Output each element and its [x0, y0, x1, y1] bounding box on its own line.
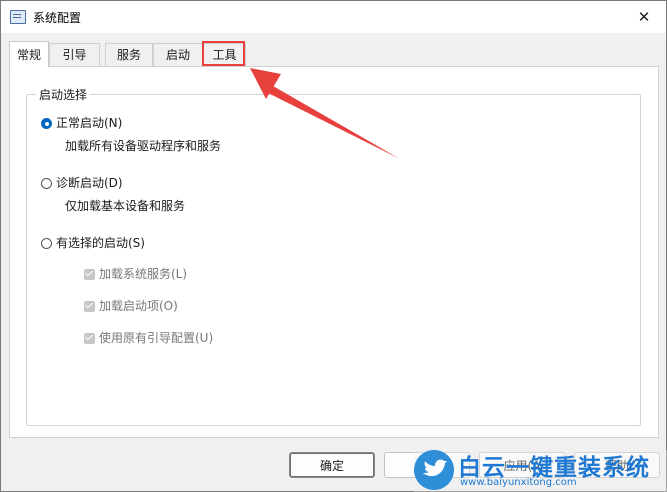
watermark: 白云一键重装系统 www.baiyunxitong.com — [414, 450, 667, 492]
bird-icon — [414, 450, 454, 490]
watermark-url: www.baiyunxitong.com — [460, 477, 577, 488]
annotation-arrow-icon — [250, 68, 400, 159]
